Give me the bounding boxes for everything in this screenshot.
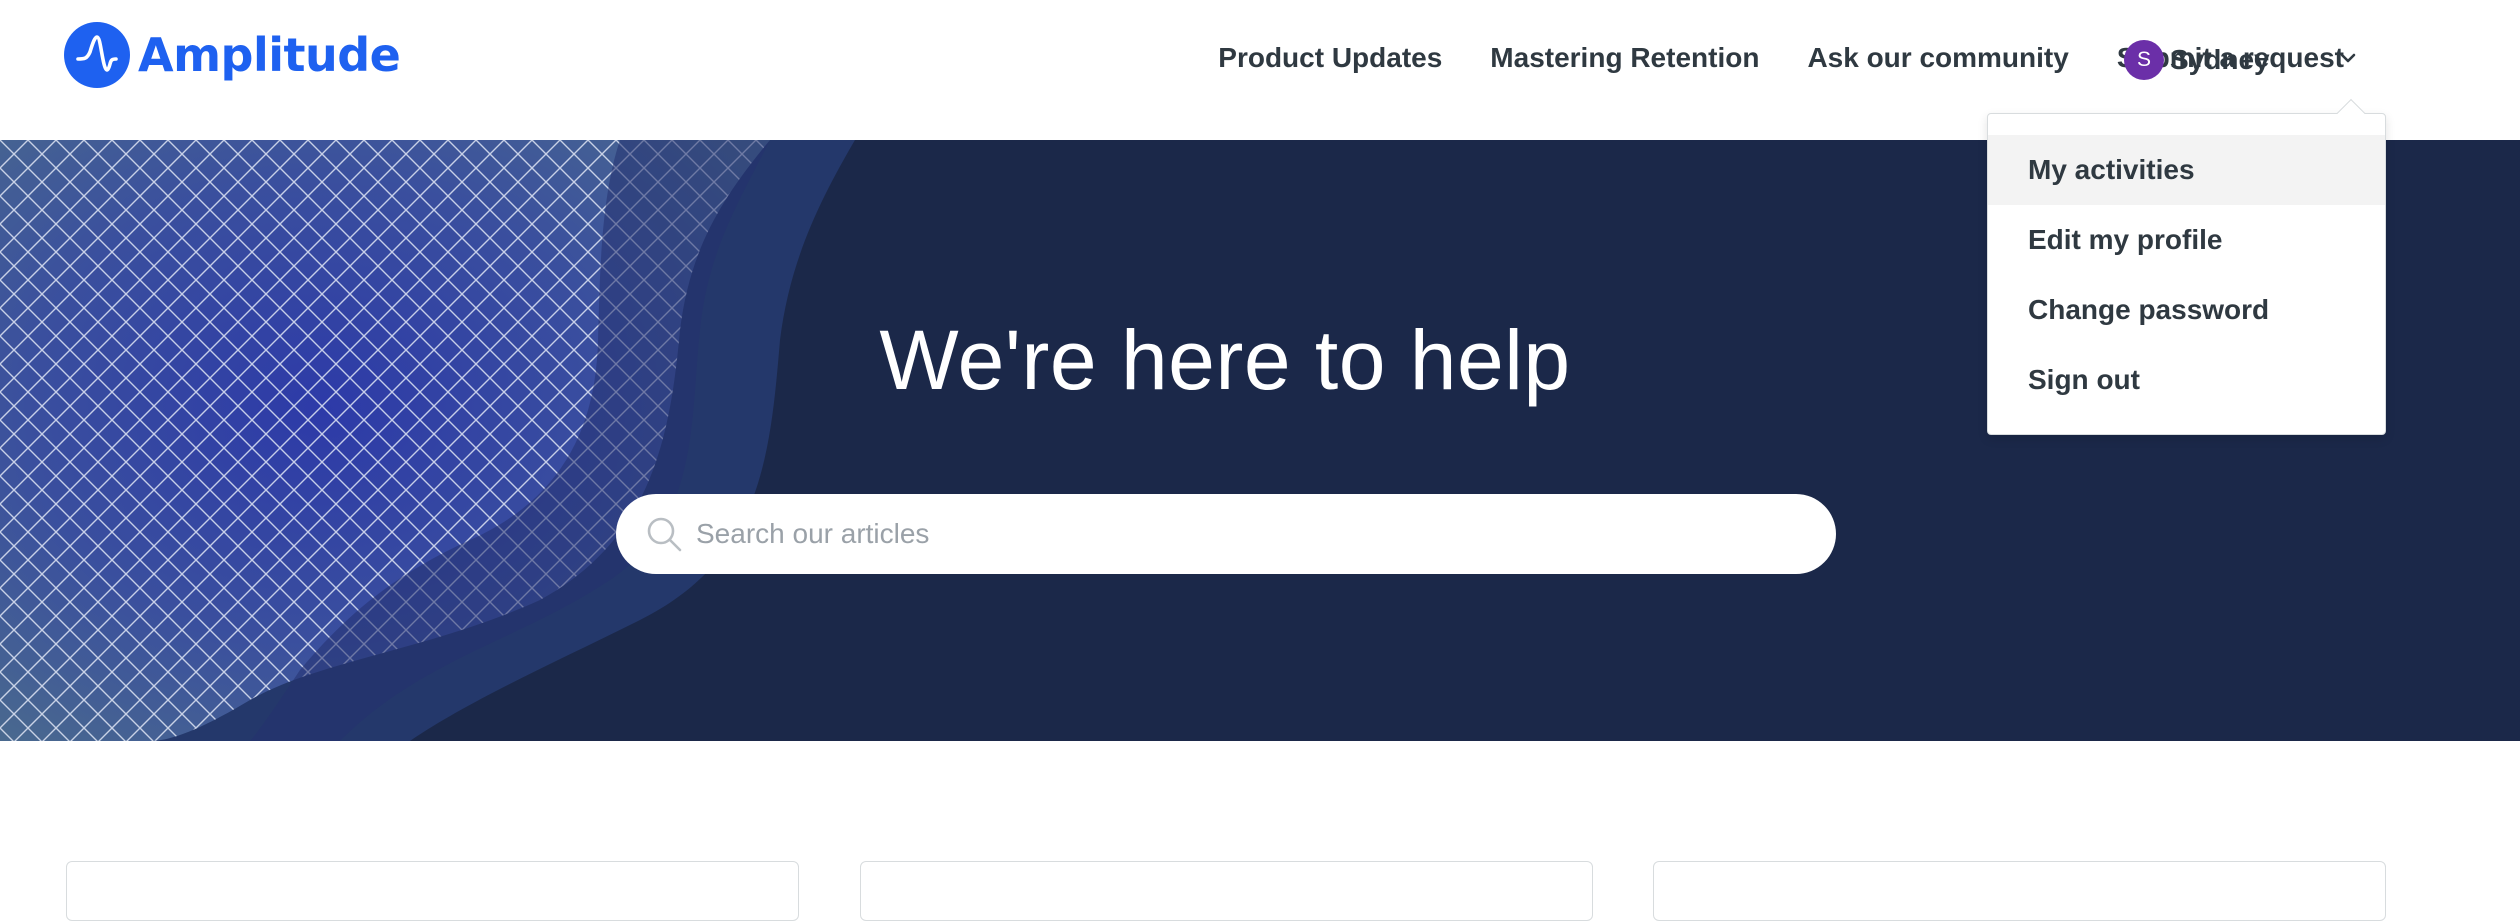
avatar: S [2124, 40, 2164, 80]
menu-item-change-password[interactable]: Change password [1988, 275, 2385, 345]
chevron-down-icon[interactable] [2334, 44, 2362, 72]
search-input[interactable] [696, 494, 1806, 574]
nav-link-mastering-retention[interactable]: Mastering Retention [1490, 42, 1759, 74]
amplitude-wave-icon [64, 22, 130, 88]
hero-decoration [0, 140, 855, 741]
menu-item-sign-out[interactable]: Sign out [1988, 345, 2385, 415]
user-name: Sydney [2170, 44, 2270, 75]
menu-item-edit-profile[interactable]: Edit my profile [1988, 205, 2385, 275]
category-card[interactable] [66, 861, 799, 921]
search-bar [616, 494, 1836, 574]
brand-name: Amplitude [138, 28, 401, 82]
menu-item-my-activities[interactable]: My activities [1988, 135, 2385, 205]
user-dropdown-menu: My activities Edit my profile Change pas… [1987, 98, 2386, 435]
nav-link-ask-community[interactable]: Ask our community [1807, 42, 2068, 74]
category-card[interactable] [1653, 861, 2386, 921]
nav-link-product-updates[interactable]: Product Updates [1218, 42, 1442, 74]
user-menu-toggle[interactable]: S Sydney [2124, 38, 2270, 82]
category-card[interactable] [860, 861, 1593, 921]
search-icon [644, 514, 684, 554]
brand-logo[interactable]: Amplitude [64, 22, 401, 88]
